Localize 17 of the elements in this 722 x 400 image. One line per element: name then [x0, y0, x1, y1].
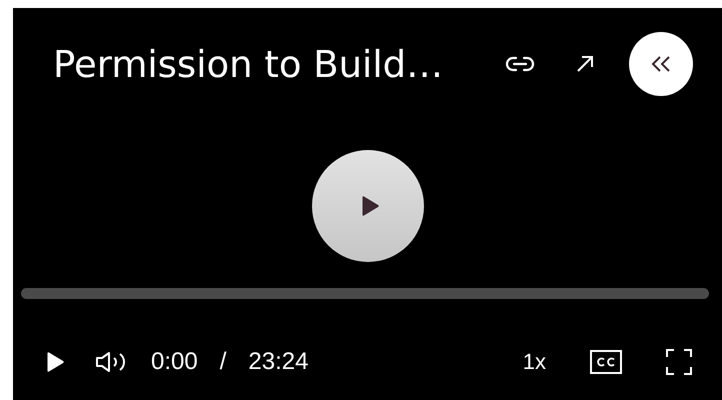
speaker-icon [95, 351, 127, 373]
cc-icon [590, 350, 622, 374]
open-external-button[interactable] [575, 54, 595, 74]
speed-button[interactable]: 1x [522, 349, 546, 375]
progress-track[interactable] [21, 288, 709, 299]
fullscreen-icon [666, 349, 692, 375]
duration: 23:24 [248, 348, 308, 376]
arrow-icon [575, 54, 595, 74]
volume-button[interactable] [95, 351, 127, 373]
captions-button[interactable] [590, 350, 622, 374]
copy-link-button[interactable] [505, 56, 535, 72]
video-title: Permission to Build… [53, 42, 444, 86]
current-time: 0:00 [151, 348, 198, 376]
time-separator: / [220, 348, 226, 376]
double-chevron-icon [650, 55, 672, 73]
fullscreen-button[interactable] [666, 349, 692, 375]
link-icon [505, 56, 535, 72]
